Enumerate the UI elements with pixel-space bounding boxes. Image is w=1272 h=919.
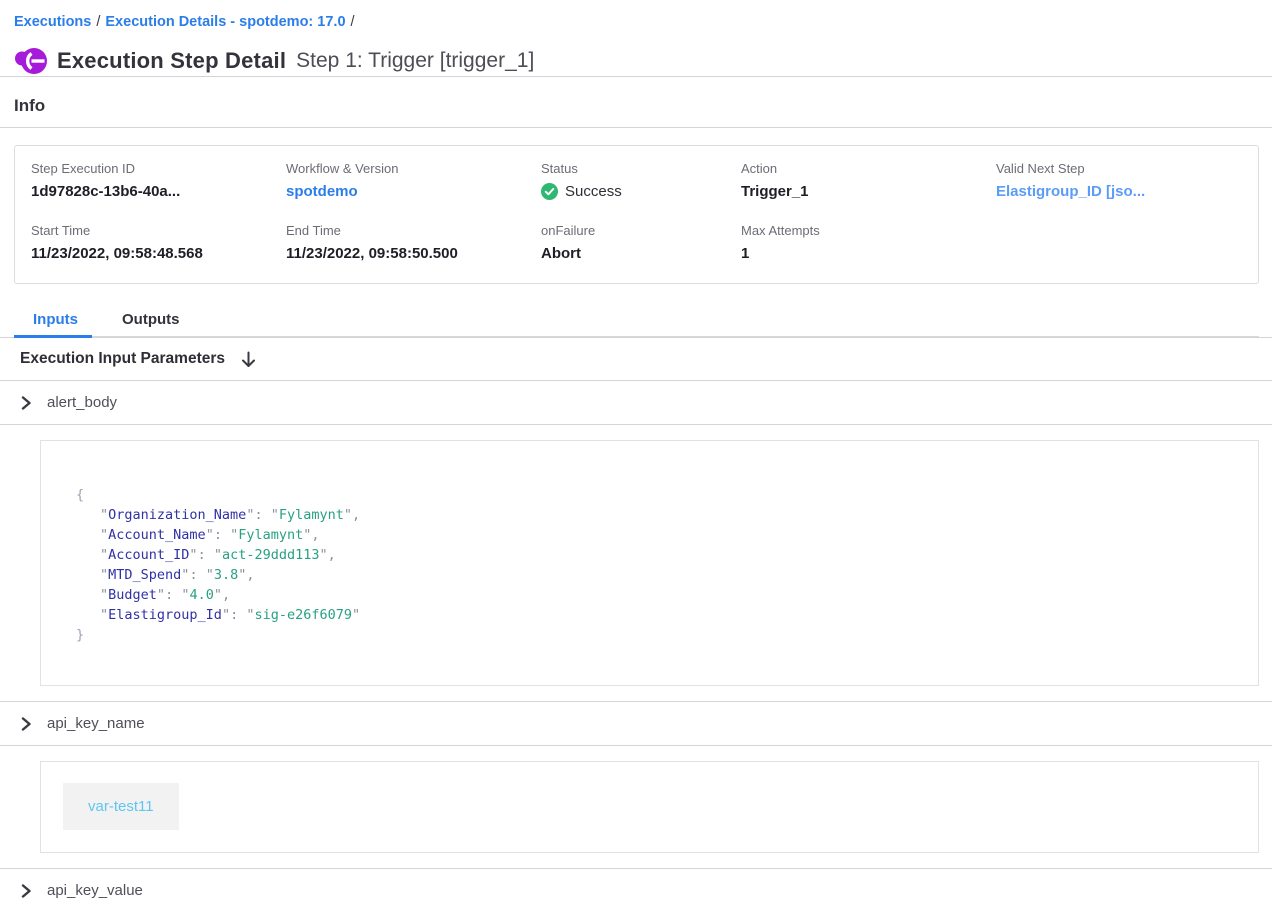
field-value: Trigger_1: [741, 183, 996, 200]
section-divider: [0, 745, 1272, 746]
execution-step-detail-page: Executions/Execution Details - spotdemo:…: [0, 0, 1272, 912]
section-divider: [0, 424, 1272, 425]
field-label: Start Time: [31, 223, 286, 238]
field-value: Abort: [541, 245, 741, 262]
param-name: api_key_name: [47, 715, 145, 732]
field-label: End Time: [286, 223, 541, 238]
json-key: Elastigroup_Id: [100, 607, 230, 623]
param-name: alert_body: [47, 394, 117, 411]
param-name: api_key_value: [47, 882, 143, 899]
api-key-name-value-chip: var-test11: [63, 783, 179, 830]
field-action: Action Trigger_1: [741, 161, 996, 200]
field-value: 11/23/2022, 09:58:48.568: [31, 245, 286, 262]
execution-input-parameters-label: Execution Input Parameters: [20, 350, 225, 368]
json-value: Fylamynt: [271, 507, 352, 523]
alert-body-json-panel: { Organization_Name: Fylamynt, Account_N…: [40, 440, 1259, 686]
success-check-icon: [541, 183, 558, 200]
json-key: Organization_Name: [100, 507, 254, 523]
json-value: 4.0: [181, 587, 222, 603]
json-value: sig-e26f6079: [246, 607, 360, 623]
tab-outputs[interactable]: Outputs: [122, 305, 180, 336]
field-valid-next-step: Valid Next Step Elastigroup_ID [jso...: [996, 161, 1242, 200]
field-start-time: Start Time 11/23/2022, 09:58:48.568: [31, 223, 286, 262]
json-entry: Account_ID: act-29ddd113,: [76, 545, 1238, 565]
info-divider: [0, 127, 1272, 128]
arrow-down-icon[interactable]: [241, 351, 256, 368]
json-entry: Budget: 4.0,: [76, 585, 1238, 605]
info-section-heading: Info: [14, 77, 1259, 127]
api-key-name-panel: var-test11: [40, 761, 1259, 853]
field-max-attempts: Max Attempts 1: [741, 223, 996, 262]
json-entry: Organization_Name: Fylamynt,: [76, 505, 1238, 525]
json-key: Account_Name: [100, 527, 214, 543]
field-empty: [996, 223, 1242, 262]
execution-input-parameters-header: Execution Input Parameters: [14, 338, 1259, 380]
param-row-alert-body[interactable]: alert_body: [14, 381, 1259, 424]
json-value: 3.8: [206, 567, 247, 583]
chevron-right-icon: [20, 396, 32, 410]
json-entry: MTD_Spend: 3.8,: [76, 565, 1238, 585]
field-label: Max Attempts: [741, 223, 996, 238]
param-row-api-key-name[interactable]: api_key_name: [14, 702, 1259, 745]
field-status: Status Success: [541, 161, 741, 200]
json-entry: Elastigroup_Id: sig-e26f6079: [76, 605, 1238, 625]
page-header: Execution Step Detail Step 1: Trigger [t…: [14, 46, 1259, 76]
breadcrumb: Executions/Execution Details - spotdemo:…: [14, 13, 1259, 31]
json-key: Budget: [100, 587, 165, 603]
chevron-right-icon: [20, 717, 32, 731]
json-key: Account_ID: [100, 547, 198, 563]
param-row-api-key-value[interactable]: api_key_value: [14, 869, 1259, 912]
field-value: 11/23/2022, 09:58:50.500: [286, 245, 541, 262]
field-label: onFailure: [541, 223, 741, 238]
info-card: Step Execution ID 1d97828c-13b6-40a... W…: [14, 145, 1259, 284]
json-value: Fylamynt: [230, 527, 311, 543]
json-value: act-29ddd113: [214, 547, 328, 563]
field-label: Workflow & Version: [286, 161, 541, 176]
field-value: 1d97828c-13b6-40a...: [31, 183, 286, 200]
json-open-brace: {: [76, 487, 84, 503]
json-key: MTD_Spend: [100, 567, 189, 583]
status-value: Success: [541, 183, 741, 200]
json-code-block: { Organization_Name: Fylamynt, Account_N…: [76, 485, 1238, 645]
chevron-right-icon: [20, 884, 32, 898]
breadcrumb-link-execution-details[interactable]: Execution Details - spotdemo: 17.0: [105, 14, 345, 30]
tab-inputs[interactable]: Inputs: [33, 305, 78, 336]
field-end-time: End Time 11/23/2022, 09:58:50.500: [286, 223, 541, 262]
breadcrumb-trailing-separator: /: [346, 14, 360, 30]
field-label: Status: [541, 161, 741, 176]
field-label: Action: [741, 161, 996, 176]
breadcrumb-link-executions[interactable]: Executions: [14, 14, 91, 30]
field-label: Valid Next Step: [996, 161, 1242, 176]
next-step-link[interactable]: Elastigroup_ID [jso...: [996, 183, 1242, 200]
status-badge: Success: [565, 183, 622, 200]
json-entry: Account_Name: Fylamynt,: [76, 525, 1238, 545]
field-onfailure: onFailure Abort: [541, 223, 741, 262]
page-title: Execution Step Detail: [57, 48, 286, 74]
json-close-brace: }: [76, 627, 84, 643]
breadcrumb-separator: /: [91, 14, 105, 30]
workflow-link[interactable]: spotdemo: [286, 183, 541, 200]
field-step-execution-id: Step Execution ID 1d97828c-13b6-40a...: [31, 161, 286, 200]
inputs-outputs-tabbar: Inputs Outputs: [14, 305, 1259, 337]
field-value: 1: [741, 245, 996, 262]
fylamynt-logo-icon: [14, 46, 47, 76]
field-label: Step Execution ID: [31, 161, 286, 176]
page-subtitle: Step 1: Trigger [trigger_1]: [296, 49, 534, 73]
field-workflow-version: Workflow & Version spotdemo: [286, 161, 541, 200]
